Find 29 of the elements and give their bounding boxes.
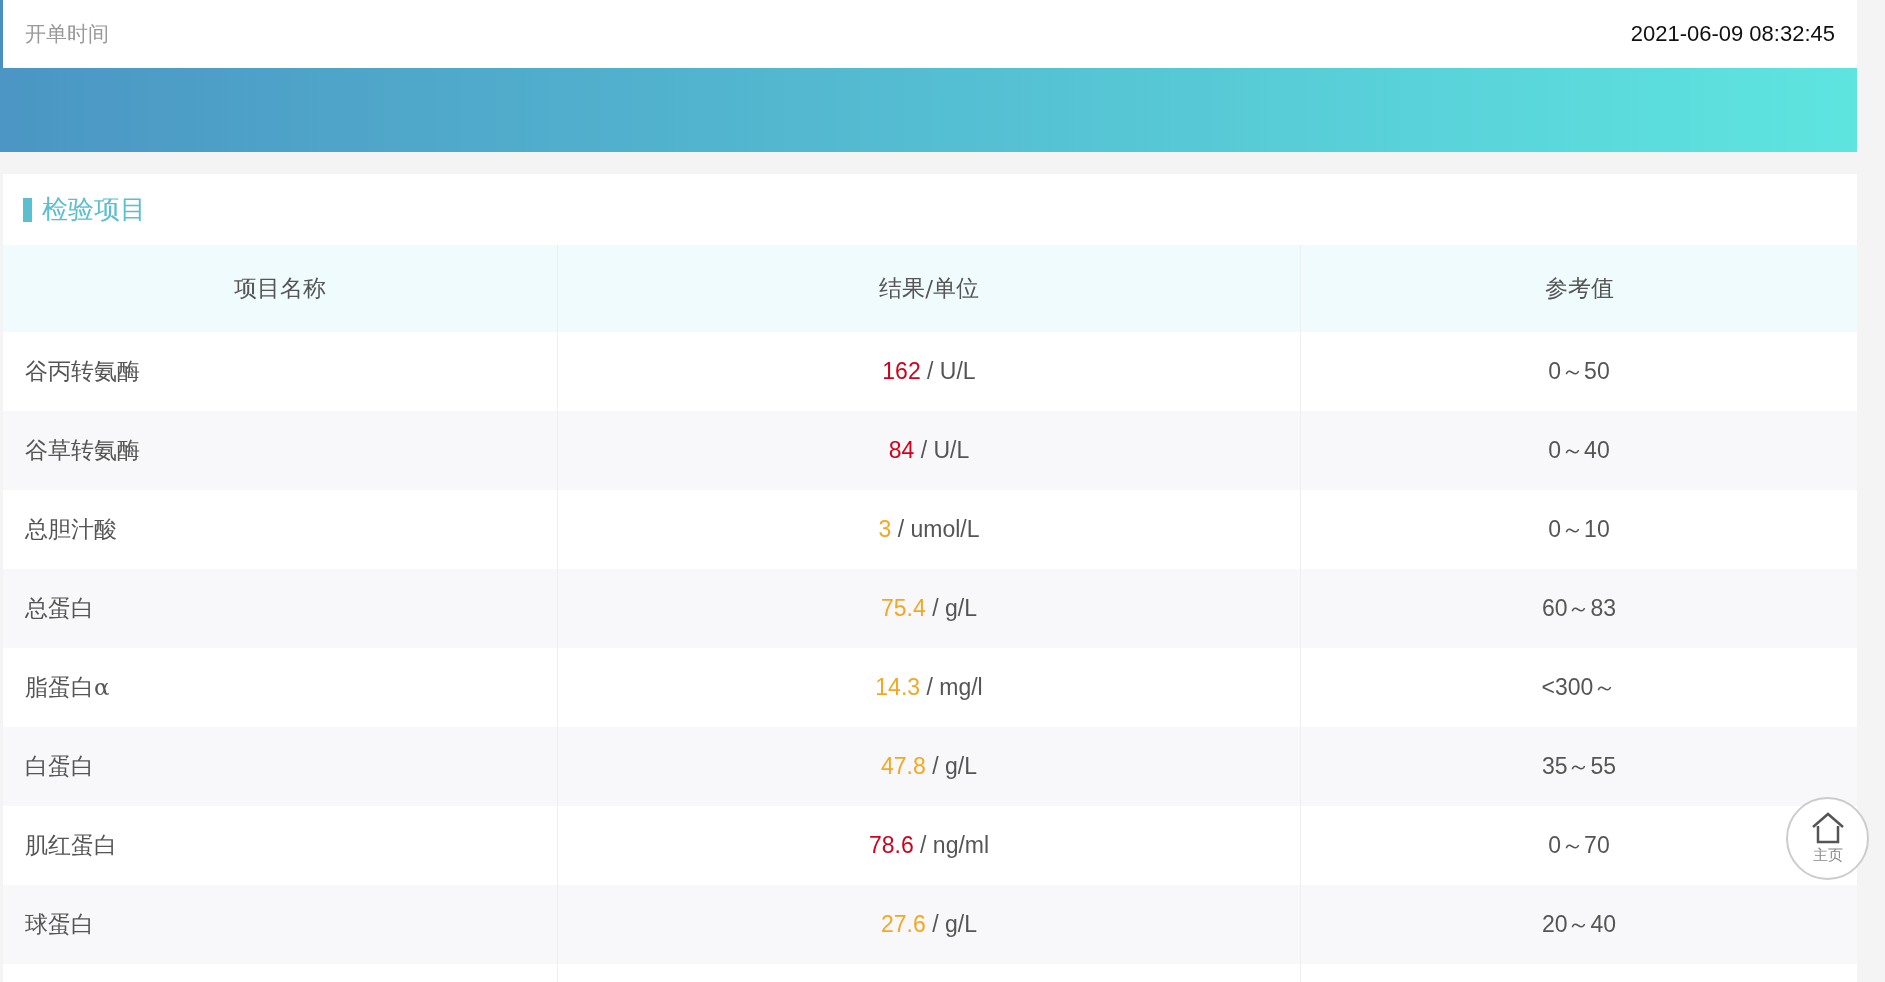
item-name: 谷丙转氨酶 [25,357,140,386]
item-name: 白蛋白 [25,752,94,781]
result-value: 47.8 / g/L [881,753,977,780]
title-accent-bar [23,197,32,222]
order-time-value: 2021-06-09 08:32:45 [1630,21,1835,47]
result-value: 78.6 / ng/ml [868,832,990,859]
item-name: 球蛋白 [25,910,94,939]
item-name: 脂蛋白α [25,673,110,702]
item-name: 肌红蛋白 [25,831,117,860]
item-name: 谷草转氨酶 [25,436,140,465]
reference-range: 0～70 [1548,831,1610,860]
reference-range: 60～83 [1541,594,1617,623]
section-title: 检验项目 [42,193,146,226]
result-value: 27.6 / g/L [881,911,977,938]
column-header: 参考值 [1543,274,1615,303]
item-name: 总蛋白 [25,594,94,623]
order-time-label: 开单时间 [25,21,109,48]
result-value: 84 / U/L [888,437,970,464]
result-value: 75.4 / g/L [881,595,977,622]
reference-range: 0～10 [1548,515,1610,544]
result-value: 3 / umol/L [878,516,980,543]
reference-range: 35～55 [1541,752,1617,781]
result-value: 14.3 / mg/l [875,674,983,701]
reference-range: <300～ [1541,673,1617,702]
result-value: 162 / U/L [882,358,976,385]
item-name: 总胆汁酸 [25,515,117,544]
reference-range: 0～40 [1548,436,1610,465]
reference-range: 20～40 [1541,910,1617,939]
reference-range: 0～50 [1548,357,1610,386]
